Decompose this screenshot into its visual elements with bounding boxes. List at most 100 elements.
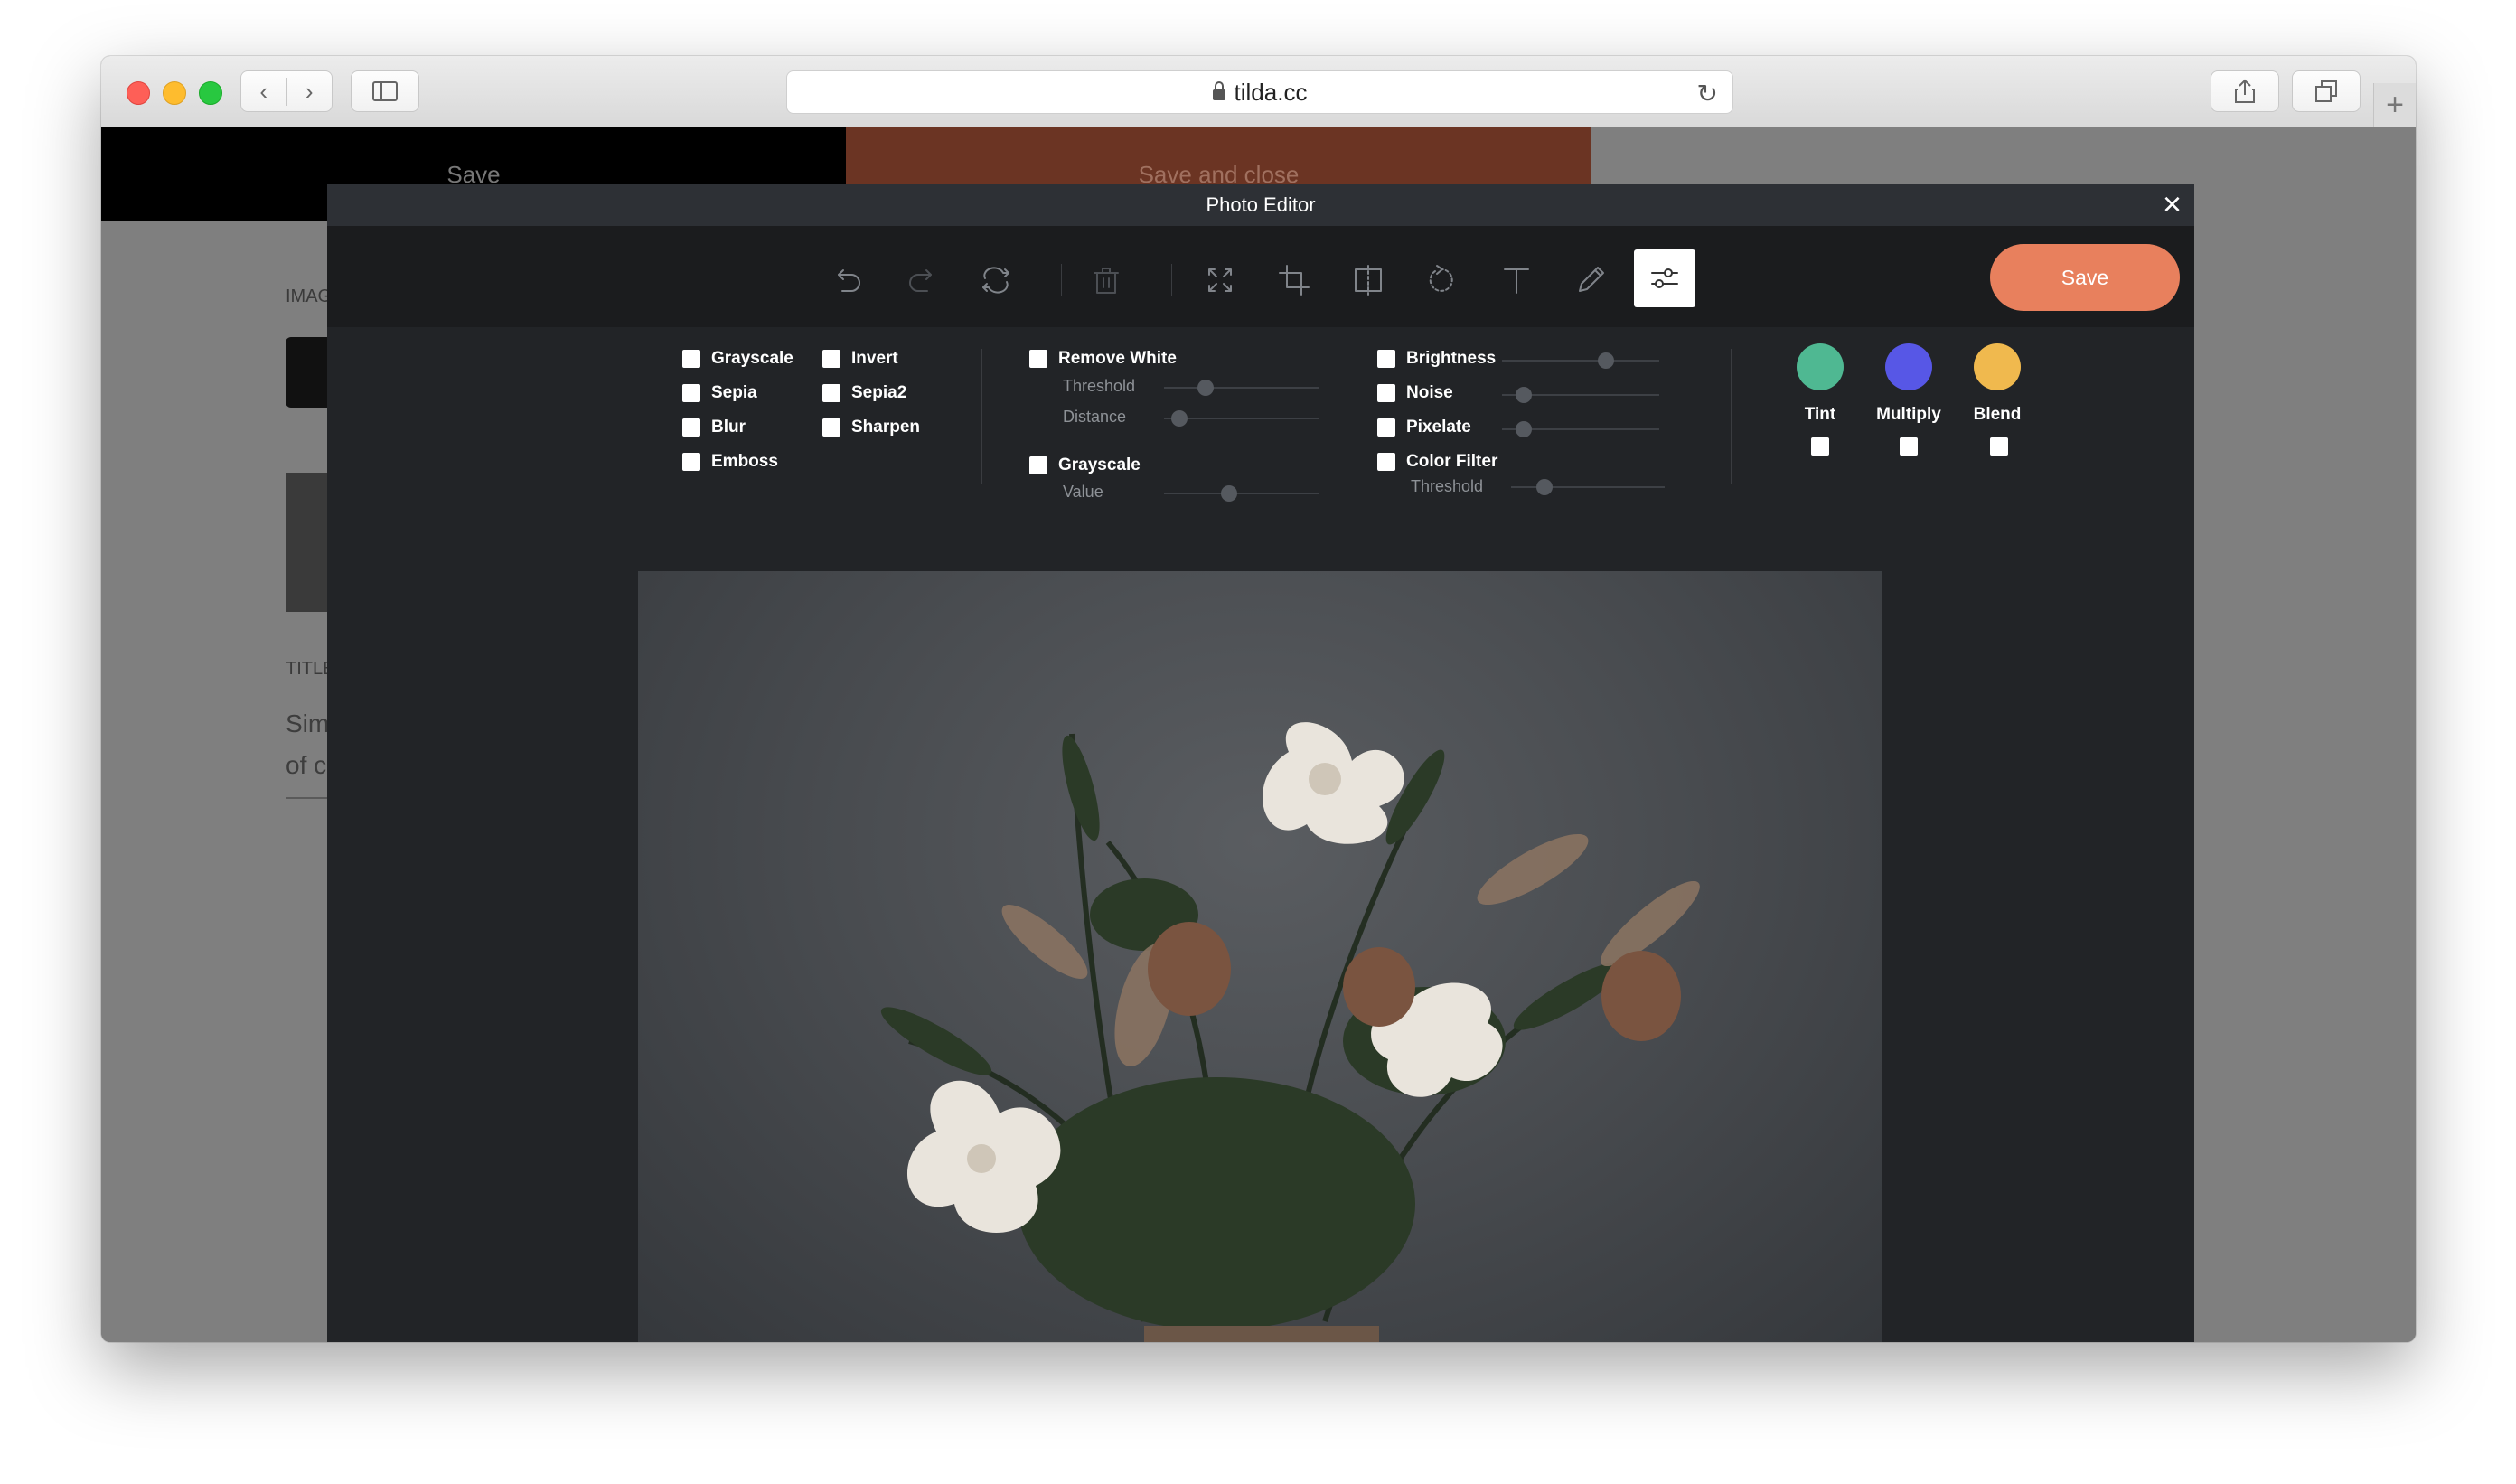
multiply-label: Multiply — [1876, 405, 1941, 424]
share-icon — [2235, 79, 2255, 103]
slider-knob[interactable] — [1221, 485, 1238, 502]
checkbox[interactable] — [1029, 456, 1047, 474]
crop-icon[interactable] — [1272, 258, 1316, 302]
blend-checkbox[interactable] — [1990, 437, 2008, 456]
checkbox[interactable] — [822, 384, 840, 402]
filter-label: Sharpen — [851, 418, 921, 437]
slider-knob[interactable] — [1516, 387, 1533, 403]
save-button[interactable]: Save — [1990, 244, 2180, 311]
checkbox[interactable] — [822, 418, 840, 437]
back-icon[interactable]: ‹ — [241, 78, 286, 106]
text-icon[interactable] — [1495, 258, 1538, 302]
body-text-line2: of c — [286, 751, 327, 779]
slider-knob[interactable] — [1516, 421, 1533, 437]
tint-color-swatch[interactable] — [1797, 343, 1844, 390]
address-bar[interactable]: tilda.cc ↻ — [786, 70, 1733, 114]
filter-label: Emboss — [711, 452, 778, 471]
toolbar-separator — [1171, 264, 1172, 296]
blend-color-swatch[interactable] — [1974, 343, 2021, 390]
delete-icon[interactable] — [1084, 258, 1128, 302]
browser-titlebar: ‹ › tilda.cc ↻ + — [101, 56, 2416, 127]
multiply-checkbox[interactable] — [1900, 437, 1918, 456]
new-tab-button[interactable]: + — [2373, 83, 2416, 127]
grayscale-slider[interactable] — [1164, 485, 1319, 502]
checkbox[interactable] — [1377, 384, 1395, 402]
minimize-window-button[interactable] — [163, 81, 186, 105]
filter-blur[interactable]: Blur — [682, 418, 746, 437]
filter-label: Brightness — [1406, 349, 1497, 368]
distance-label: Distance — [1063, 408, 1127, 426]
slider-knob[interactable] — [1197, 380, 1215, 396]
redo-icon[interactable] — [900, 258, 944, 302]
multiply-color-swatch[interactable] — [1885, 343, 1932, 390]
checkbox[interactable] — [822, 350, 840, 368]
body-text-line1: Sim — [286, 709, 330, 737]
reset-icon[interactable] — [974, 258, 1018, 302]
close-window-button[interactable] — [127, 81, 150, 105]
checkbox[interactable] — [1377, 350, 1395, 368]
sidebar-toggle-button[interactable] — [351, 70, 419, 112]
filter-label: Remove White — [1058, 349, 1177, 368]
checkbox[interactable] — [1029, 350, 1047, 368]
filter-label: Grayscale — [1058, 456, 1141, 474]
filter-sharpen[interactable]: Sharpen — [822, 418, 920, 437]
checkbox[interactable] — [1377, 418, 1395, 437]
slider-knob[interactable] — [1171, 410, 1188, 427]
filter-brightness[interactable]: Brightness — [1377, 349, 1496, 369]
slider-knob[interactable] — [1536, 479, 1554, 495]
flip-icon[interactable] — [1347, 258, 1390, 302]
undo-icon[interactable] — [826, 258, 869, 302]
checkbox[interactable] — [682, 453, 700, 471]
filters-icon[interactable] — [1634, 249, 1695, 307]
filter-label: Pixelate — [1406, 418, 1471, 437]
threshold-slider[interactable] — [1164, 380, 1319, 396]
checkbox[interactable] — [682, 418, 700, 437]
value-label: Value — [1063, 483, 1103, 501]
pixelate-slider[interactable] — [1502, 421, 1659, 437]
noise-slider[interactable] — [1502, 387, 1659, 403]
filter-label: Grayscale — [711, 349, 793, 368]
rotate-icon[interactable] — [1421, 258, 1464, 302]
filter-invert[interactable]: Invert — [822, 349, 898, 369]
slider-knob[interactable] — [1597, 352, 1614, 369]
brightness-slider[interactable] — [1502, 352, 1659, 369]
checkbox[interactable] — [682, 350, 700, 368]
filter-grayscale-value[interactable]: Grayscale — [1029, 456, 1141, 475]
filter-label: Noise — [1406, 383, 1453, 402]
filters-panel: Grayscale Sepia Blur Emboss Invert Sepia… — [327, 327, 2194, 502]
url-text: tilda.cc — [1234, 78, 1308, 106]
filter-grayscale[interactable]: Grayscale — [682, 349, 793, 369]
draw-icon[interactable] — [1569, 258, 1612, 302]
reload-icon[interactable]: ↻ — [1697, 79, 1718, 108]
lock-icon — [1212, 81, 1225, 100]
distance-slider[interactable] — [1164, 410, 1319, 427]
filter-sepia2[interactable]: Sepia2 — [822, 383, 906, 403]
tint-checkbox[interactable] — [1811, 437, 1829, 456]
fullscreen-icon[interactable] — [1198, 258, 1242, 302]
nav-buttons: ‹ › — [240, 70, 333, 112]
filters-separator — [981, 349, 982, 484]
photo-editor-modal: Photo Editor × Save Grayscale Sepia Blur… — [327, 184, 2194, 1342]
zoom-window-button[interactable] — [199, 81, 222, 105]
tint-label: Tint — [1804, 405, 1836, 424]
checkbox[interactable] — [1377, 453, 1395, 471]
share-button[interactable] — [2211, 70, 2279, 112]
filter-sepia[interactable]: Sepia — [682, 383, 757, 403]
filters-separator — [1731, 349, 1732, 484]
tabs-icon — [2315, 80, 2337, 102]
color-filter-slider[interactable] — [1511, 479, 1665, 495]
editor-toolbar: Save — [327, 226, 2194, 327]
checkbox[interactable] — [682, 384, 700, 402]
filter-emboss[interactable]: Emboss — [682, 452, 778, 472]
browser-window: ‹ › tilda.cc ↻ + Save Save and close IMA… — [101, 56, 2416, 1342]
filter-noise[interactable]: Noise — [1377, 383, 1453, 403]
tabs-button[interactable] — [2292, 70, 2361, 112]
filter-color-filter[interactable]: Color Filter — [1377, 452, 1497, 472]
filter-label: Color Filter — [1406, 452, 1498, 471]
close-icon[interactable]: × — [2163, 188, 2182, 221]
photo-canvas[interactable] — [638, 571, 1882, 1342]
filter-pixelate[interactable]: Pixelate — [1377, 418, 1471, 437]
toolbar-separator — [1061, 264, 1062, 296]
filter-remove-white[interactable]: Remove White — [1029, 349, 1177, 369]
forward-icon[interactable]: › — [286, 77, 333, 106]
